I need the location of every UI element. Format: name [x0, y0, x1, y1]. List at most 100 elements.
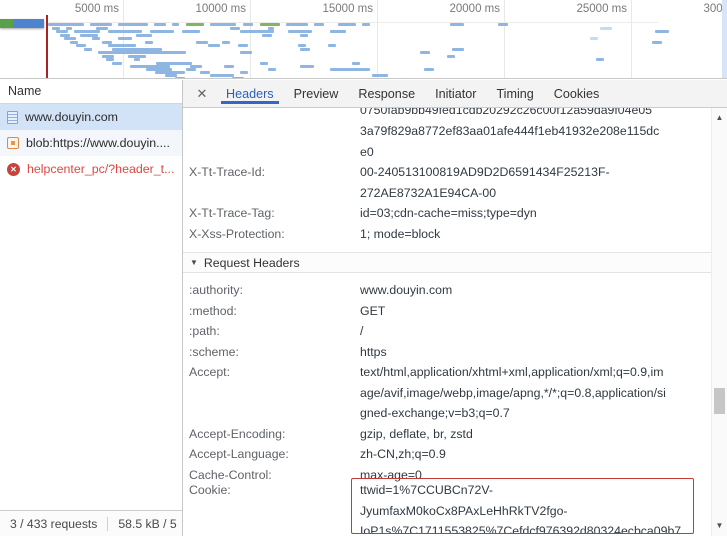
response-headers-list: X-Tt-Trace-Id:00-240513100819AD9D2D65914… — [189, 162, 711, 244]
waterfall-bar — [330, 68, 370, 71]
request-name-label: www.douyin.com — [25, 110, 118, 124]
waterfall-bar — [182, 30, 200, 33]
overview-scrollbar[interactable] — [722, 0, 727, 78]
waterfall-bar — [243, 23, 253, 26]
waterfall-bar — [150, 30, 174, 33]
waterfall-bar — [98, 51, 186, 54]
tab-initiator[interactable]: Initiator — [425, 80, 486, 107]
media-icon — [7, 137, 19, 149]
tab-headers[interactable]: Headers — [216, 80, 284, 107]
close-icon[interactable]: ✕ — [188, 80, 216, 107]
waterfall-bar — [92, 37, 100, 40]
waterfall-bar — [420, 51, 430, 54]
request-headers-list: :authority:www.douyin.com:method:GET:pat… — [189, 280, 711, 534]
waterfall-bar — [240, 71, 248, 74]
waterfall-bar — [314, 23, 324, 26]
header-value-line: IoP1s%7C1711553825%7Cefdcf976392d80324ec… — [360, 521, 685, 534]
timeline-tick-label: 15000 ms — [322, 3, 377, 15]
tab-timing[interactable]: Timing — [486, 80, 543, 107]
name-column-header[interactable]: Name — [0, 80, 182, 104]
header-row: Accept-Language:zh-CN,zh;q=0.9 — [189, 444, 711, 465]
waterfall-bar — [300, 48, 310, 51]
waterfall-bar — [118, 37, 132, 40]
overview-divider-line — [46, 22, 658, 23]
waterfall-bar — [298, 44, 306, 47]
waterfall-bar — [210, 23, 236, 26]
header-value: GET — [360, 301, 703, 322]
tab-cookies[interactable]: Cookies — [544, 80, 610, 107]
header-name: :scheme: — [189, 342, 360, 363]
header-row: :method:GET — [189, 301, 711, 322]
waterfall-bar — [76, 44, 86, 47]
waterfall-bar — [596, 58, 604, 61]
waterfall-bar — [108, 30, 142, 33]
details-tabs: HeadersPreviewResponseInitiatorTimingCoo… — [216, 80, 609, 107]
waterfall-bar — [232, 77, 244, 79]
header-row: :scheme:https — [189, 342, 711, 363]
waterfall-bar — [240, 51, 252, 54]
waterfall-bar — [652, 41, 662, 44]
waterfall-bar — [330, 30, 346, 33]
waterfall-bar — [134, 58, 140, 61]
header-value: id=03;cdn-cache=miss;type=dyn — [360, 203, 703, 224]
header-value-line: id=03;cdn-cache=miss;type=dyn — [360, 203, 703, 224]
header-value: www.douyin.com — [360, 280, 703, 301]
request-row[interactable]: www.douyin.com — [0, 104, 182, 130]
waterfall-bar — [260, 23, 280, 26]
header-name: Cookie: — [189, 480, 360, 534]
request-row[interactable]: blob:https://www.douyin.... — [0, 130, 182, 156]
selected-bar-blue-segment — [13, 19, 44, 28]
waterfall-bar — [186, 68, 196, 71]
header-value-line: https — [360, 342, 703, 363]
waterfall-bar — [286, 23, 308, 26]
network-overview-timeline[interactable]: 5000 ms10000 ms15000 ms20000 ms25000 ms3… — [0, 0, 727, 79]
waterfall-bar — [145, 41, 153, 44]
scroll-up-icon[interactable]: ▲ — [712, 113, 727, 122]
header-name: :path: — [189, 321, 360, 342]
header-value-line: JyumfaxM0koCx8PAxLeHhRkTV2fgo- — [360, 501, 685, 522]
header-row: Accept-Encoding:gzip, deflate, br, zstd — [189, 424, 711, 445]
scrollbar-thumb[interactable] — [714, 388, 725, 414]
request-headers-section-header[interactable]: ▼ Request Headers — [183, 252, 711, 273]
waterfall-bar — [200, 71, 210, 74]
timeline-gridline — [377, 0, 378, 78]
waterfall-bar — [108, 44, 136, 47]
waterfall-bar — [112, 62, 122, 65]
request-row[interactable]: helpcenter_pc/?header_t... — [0, 156, 182, 182]
waterfall-bar — [230, 27, 240, 30]
waterfall-bar — [262, 34, 272, 37]
header-row: Accept:text/html,application/xhtml+xml,a… — [189, 362, 711, 424]
tab-preview[interactable]: Preview — [284, 80, 349, 107]
waterfall-bar — [424, 68, 434, 71]
header-value-line: 1; mode=block — [360, 224, 703, 245]
header-value: zh-CN,zh;q=0.9 — [360, 444, 703, 465]
waterfall-bar — [260, 62, 268, 65]
vertical-scrollbar[interactable]: ▲ ▼ — [711, 108, 727, 536]
waterfall-bar — [238, 44, 248, 47]
header-value-line: www.douyin.com — [360, 280, 703, 301]
header-value-line: gned-exchange;v=b3;q=0.7 — [360, 403, 703, 424]
requests-count: 3 / 433 requests — [0, 517, 107, 531]
waterfall-bar — [240, 30, 274, 33]
transferred-size: 58.5 kB / 5 — [107, 517, 182, 531]
tab-response[interactable]: Response — [348, 80, 425, 107]
scroll-down-icon[interactable]: ▼ — [712, 521, 727, 530]
cookie-value-annotation-box: ttwid=1%7CCUBCn72V-JyumfaxM0koCx8PAxLeHh… — [351, 478, 694, 534]
header-value: 1; mode=block — [360, 224, 703, 245]
header-name: Accept-Encoding: — [189, 424, 360, 445]
timeline-gridline — [631, 0, 632, 78]
headers-content: 0750fab9bb49fed1cdb20292c26c00f12a59da9f… — [183, 108, 711, 536]
waterfall-bar — [498, 23, 508, 26]
waterfall-bar — [48, 23, 84, 26]
header-name: Accept-Language: — [189, 444, 360, 465]
waterfall-bar — [450, 23, 464, 26]
request-name-label: helpcenter_pc/?header_t... — [27, 162, 174, 176]
waterfall-bar — [268, 68, 276, 71]
waterfall-bar — [300, 34, 308, 37]
section-title: Request Headers — [204, 253, 300, 273]
waterfall-bar — [84, 48, 92, 51]
partial-value-line: e0 — [360, 142, 703, 163]
timeline-gridline — [504, 0, 505, 78]
selected-bar-green-segment — [0, 19, 13, 28]
header-value-line: gzip, deflate, br, zstd — [360, 424, 703, 445]
